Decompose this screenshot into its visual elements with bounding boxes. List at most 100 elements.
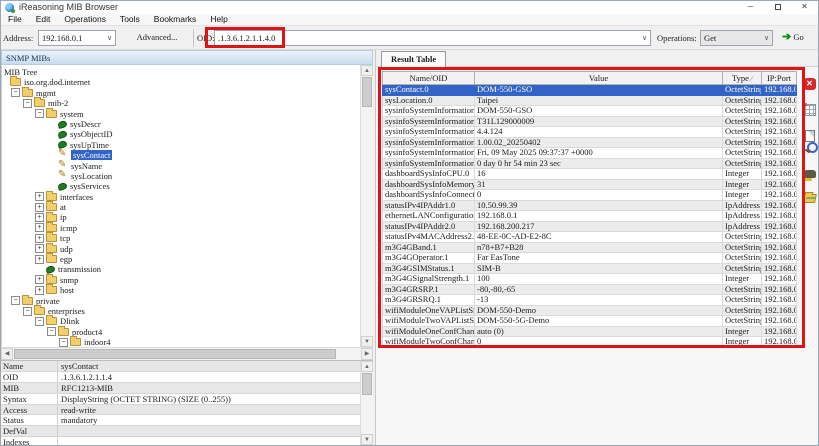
operations-select[interactable]: Get ∨ [700,30,773,46]
result-row[interactable]: statusIPv4IPAddr1.010.50.99.39IpAddress1… [383,200,797,211]
tree-node-syslocation[interactable]: sysLocation [2,170,360,180]
address-combo[interactable]: 192.168.0.1 ∨ [38,30,116,46]
result-row[interactable]: sysinfoSystemInformation...T31L129000009… [383,116,797,127]
column-header-value[interactable]: Value [475,72,723,85]
oid-combo[interactable]: .1.3.6.1.2.1.1.4.0 ∨ [214,30,651,46]
clear-icon[interactable]: ✕ [804,78,816,90]
chevron-down-icon[interactable]: ∨ [105,34,114,42]
menu-file[interactable]: File [1,14,29,25]
result-row[interactable]: m3G4GRSRP.1-80,-80,-65OctetString192.168… [383,284,797,295]
result-row[interactable]: sysinfoSystemInformationF...1.00.02_2025… [383,137,797,148]
menu-bookmarks[interactable]: Bookmarks [147,14,204,25]
tree-node-icmp[interactable]: +icmp [2,222,360,232]
result-row[interactable]: m3G4GBand.1n78+B7+B28OctetString192.168.… [383,242,797,253]
collapse-icon[interactable]: − [11,296,20,305]
tree-vertical-scrollbar[interactable]: ▲ ▼ [360,65,373,347]
tree-horizontal-scrollbar[interactable]: ◀ ▶ [1,347,373,360]
result-row[interactable]: statusIPv4MACAddress2.048-EE-0C-AD-E2-8C… [383,232,797,243]
tree-node-indoor4[interactable]: −indoor4 [2,336,360,346]
maximize-button[interactable] [764,1,791,14]
menu-help[interactable]: Help [203,14,234,25]
result-row[interactable]: ethernetLANConfiguration...192.168.0.1Ip… [383,211,797,222]
scroll-down-icon[interactable]: ▼ [361,434,373,445]
scrollbar-thumb[interactable] [362,373,372,395]
chevron-down-icon[interactable]: ∨ [640,34,649,42]
expand-icon[interactable]: + [35,275,44,284]
export-table-icon[interactable] [804,104,816,116]
close-button[interactable]: ✕ [791,1,818,14]
scroll-down-icon[interactable]: ▼ [361,336,373,347]
result-row[interactable]: sysinfoSystemInformationS...Fri, 09 May … [383,148,797,159]
chevron-down-icon[interactable]: ∨ [762,34,771,42]
open-folder-icon[interactable] [802,194,817,203]
scrollbar-thumb[interactable] [14,349,336,359]
menu-edit[interactable]: Edit [29,14,58,25]
result-row[interactable]: wifiModuleTwoConfChan...0Integer192.168.… [383,337,797,348]
scrollbar-thumb[interactable] [362,77,372,107]
tree-node-at[interactable]: +at [2,201,360,211]
minimize-button[interactable]: ─ [737,1,764,14]
tree-node-private[interactable]: −private [2,295,360,305]
tree-node-ip[interactable]: +ip [2,211,360,221]
tree-node-transmission[interactable]: transmission [2,263,360,273]
result-row[interactable]: dashboardSysInfoCPU.016Integer192.168.0.… [383,169,797,180]
result-row[interactable]: m3G4GSIMStatus.1SIM-BOctetString192.168.… [383,263,797,274]
tree-node-mib-2[interactable]: −mib-2 [2,97,360,107]
go-button[interactable]: ➔ Go [782,30,804,46]
properties-vertical-scrollbar[interactable]: ▲ ▼ [360,361,373,445]
column-header-type[interactable]: Type∕ [723,72,762,85]
tab-result-table[interactable]: Result Table [381,51,446,67]
tree-node-system[interactable]: −system [2,108,360,118]
expand-icon[interactable]: + [35,223,44,232]
tree-node-interfaces[interactable]: +interfaces [2,191,360,201]
collapse-icon[interactable]: − [11,88,20,97]
tree-node-snmp[interactable]: +snmp [2,274,360,284]
tree-node-tcp[interactable]: +tcp [2,232,360,242]
tree-node-enterprises[interactable]: −enterprises [2,305,360,315]
result-row[interactable]: dashboardSysInfoMemory.031Integer192.168… [383,179,797,190]
search-icon[interactable] [804,142,816,154]
tree-node-sysobjectid[interactable]: sysObjectID [2,128,360,138]
scroll-right-icon[interactable]: ▶ [361,348,373,360]
tree-node-udp[interactable]: +udp [2,243,360,253]
expand-icon[interactable]: + [35,192,44,201]
expand-icon[interactable]: + [35,213,44,222]
result-row[interactable]: sysinfoSystemInformation...4.4.124OctetS… [383,127,797,138]
expand-icon[interactable]: + [35,286,44,295]
collapse-icon[interactable]: − [47,327,56,336]
tree-node-sysdescr[interactable]: sysDescr [2,118,360,128]
collapse-icon[interactable]: − [23,99,32,108]
tree-node-iso-org-dod-internet[interactable]: iso.org.dod.internet [2,76,360,86]
result-row[interactable]: wifiModuleTwoVAPListSS...DOM-550-5G-Demo… [383,316,797,327]
result-row[interactable]: dashboardSysInfoConnecti...0Integer192.1… [383,190,797,201]
tree-node-dlink[interactable]: −Dlink [2,315,360,325]
menu-tools[interactable]: Tools [113,14,147,25]
collapse-icon[interactable]: − [35,109,44,118]
tree-node-host[interactable]: +host [2,284,360,294]
result-row[interactable]: sysinfoSystemInformation...DOM-550-GSOOc… [383,106,797,117]
tree-node-sysservices[interactable]: sysServices [2,180,360,190]
tree-node-syscontact[interactable]: sysContact [2,149,360,159]
expand-icon[interactable]: + [35,255,44,264]
column-header-ip-port[interactable]: IP:Port [762,72,797,85]
collapse-icon[interactable]: − [23,307,32,316]
result-row[interactable]: wifiModuleOneVAPListSSI...DOM-550-DemoOc… [383,305,797,316]
result-row[interactable]: sysContact.0DOM-550-GSOOctetString192.16… [383,85,797,96]
expand-icon[interactable]: + [35,234,44,243]
scroll-up-icon[interactable]: ▲ [361,361,373,372]
collapse-icon[interactable]: − [59,338,68,347]
result-row[interactable]: sysinfoSystemInformation...0 day 0 hr 54… [383,158,797,169]
menu-operations[interactable]: Operations [57,14,113,25]
tree-node-mib-tree[interactable]: MIB Tree [2,66,360,76]
scroll-left-icon[interactable]: ◀ [1,348,13,360]
result-row[interactable]: m3G4GOperator.1Far EasToneOctetString192… [383,253,797,264]
collapse-icon[interactable]: − [35,317,44,326]
result-row[interactable]: sysLocation.0TaipeiOctetString192.168.0.… [383,95,797,106]
tree-node-mgmt[interactable]: −mgmt [2,87,360,97]
expand-icon[interactable]: + [35,203,44,212]
tree-node-product4[interactable]: −product4 [2,326,360,336]
result-row[interactable]: m3G4GRSRQ.1-13OctetString192.168.0... [383,295,797,306]
expand-icon[interactable]: + [35,244,44,253]
result-row[interactable]: m3G4GSignalStrength.1100Integer192.168.0… [383,274,797,285]
result-row[interactable]: statusIPv4IPAddr2.0192.168.200.217IpAddr… [383,221,797,232]
